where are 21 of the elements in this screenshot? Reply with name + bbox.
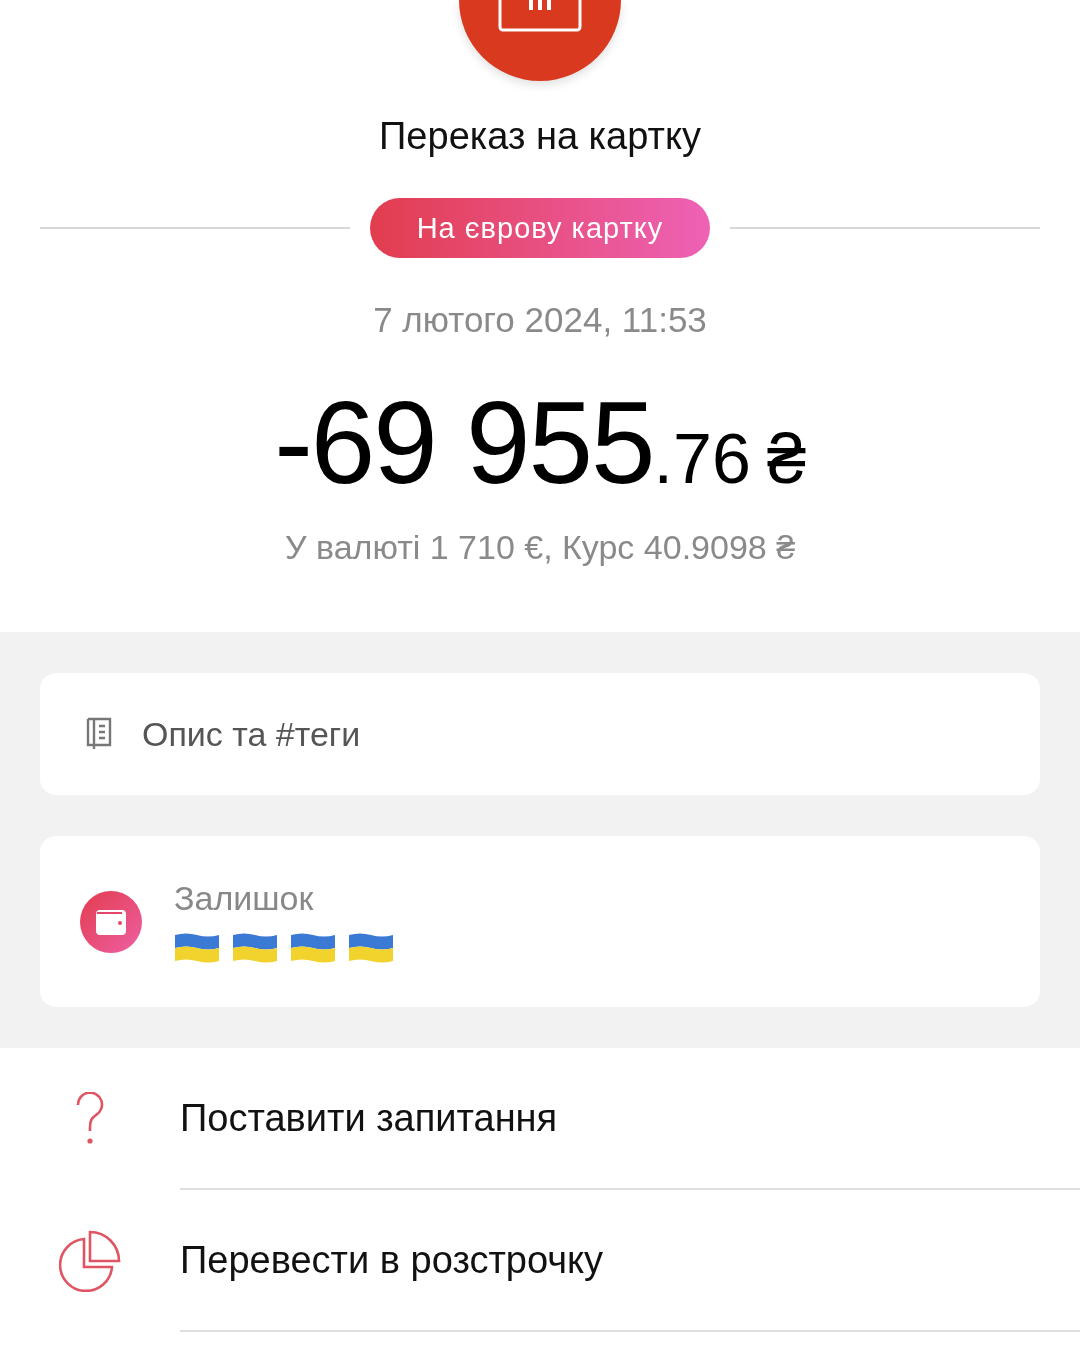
wallet-icon (80, 890, 142, 953)
action-item[interactable]: Перевести в розстрочку (0, 1190, 1080, 1332)
flag-icon (290, 932, 336, 964)
flag-icon (174, 932, 220, 964)
question-icon (75, 1092, 105, 1146)
flag-icon (232, 932, 278, 964)
notebook-icon (86, 717, 112, 751)
transaction-date: 7 лютого 2024, 11:53 (373, 300, 707, 340)
balance-label: Залишок (174, 879, 315, 918)
transaction-title: Переказ на картку (379, 115, 701, 158)
amount-integer: -69 955 (274, 377, 654, 510)
currency-sign: ₴ (766, 419, 806, 499)
pie-chart-icon (59, 1230, 121, 1292)
description-placeholder: Опис та #теги (142, 714, 361, 754)
category-tag[interactable]: На єврову картку (370, 198, 710, 258)
card-icon (498, 0, 582, 34)
amount-fraction: .76 (653, 419, 751, 499)
action-item[interactable]: Поставити запитання (0, 1048, 1080, 1190)
description-field[interactable]: Опис та #теги (40, 673, 1040, 795)
exchange-details: У валюті 1 710 €, Курс 40.9098 ₴ (284, 528, 796, 567)
flag-icon (348, 932, 394, 964)
